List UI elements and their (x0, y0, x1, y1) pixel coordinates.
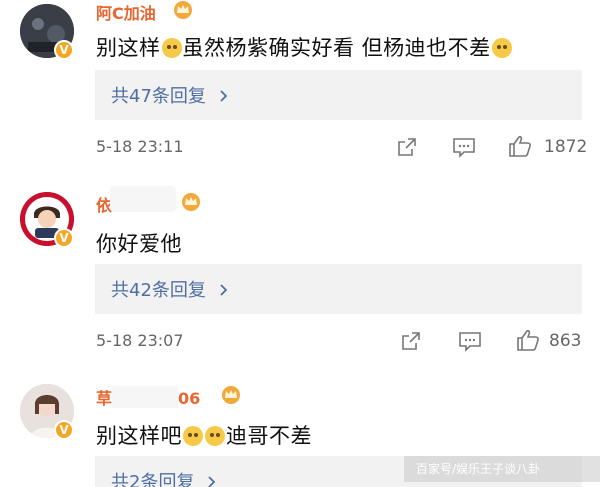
comment-text: 别这样吧 迪哥不差 (96, 420, 312, 450)
chevron-right-icon (208, 476, 216, 487)
doge-emoji-icon (183, 426, 203, 446)
comment-text-part: 别这样吧 (96, 424, 182, 448)
watermark: 百家号/娱乐王子谈八卦 (404, 456, 600, 482)
view-replies-link[interactable]: 共2条回复 (111, 468, 218, 487)
doge-emoji-icon (205, 426, 225, 446)
verified-badge-icon: V (54, 420, 74, 440)
username-part: 草 (96, 389, 113, 408)
username[interactable]: 草 06 (96, 385, 200, 409)
username-part: 06 (178, 389, 201, 408)
replies-label: 共2条回复 (111, 472, 195, 487)
comment-text-part: 迪哥不差 (226, 424, 312, 448)
username-mask (112, 386, 179, 408)
crown-icon (222, 386, 240, 404)
comment-item: V 草 06 别这样吧 迪哥不差 共2条回复 (0, 0, 600, 487)
